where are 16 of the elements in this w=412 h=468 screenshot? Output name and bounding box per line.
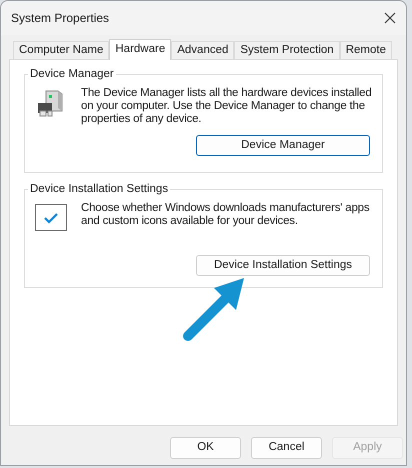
dialog-button[interactable]: Cancel: [251, 437, 322, 459]
dialog-button[interactable]: OK: [170, 437, 241, 459]
group-action-button[interactable]: Device Installation Settings: [196, 255, 370, 276]
description-text: Choose whether Windows downloads manufacturers' apps and custom icons available for your devices.: [81, 202, 370, 229]
window-title: System Properties: [11, 10, 110, 27]
description-text: The Device Manager lists all the hardware devices installed on your computer. Use the Device Manager to change the properties of any device.: [81, 87, 372, 126]
tab[interactable]: Computer Name: [13, 41, 110, 59]
close-icon[interactable]: [384, 12, 396, 24]
checkbox-icon: [35, 204, 67, 231]
tab[interactable]: Remote: [340, 41, 392, 59]
tab[interactable]: System Protection: [234, 41, 340, 59]
tab[interactable]: Advanced: [171, 41, 234, 59]
group-action-button[interactable]: Device Manager: [196, 135, 370, 156]
group-title: Device Manager: [28, 67, 116, 81]
group-title: Device Installation Settings: [28, 182, 170, 196]
tab[interactable]: Hardware: [109, 39, 172, 60]
